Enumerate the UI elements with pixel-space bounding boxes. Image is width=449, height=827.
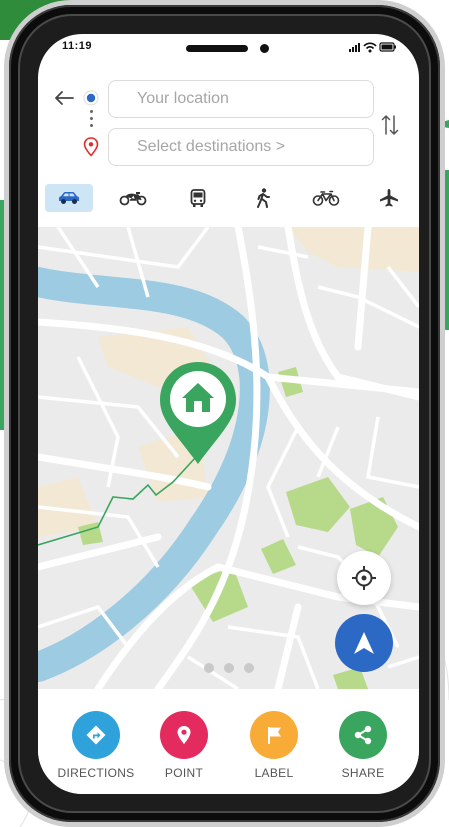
home-location-marker[interactable] bbox=[156, 358, 240, 468]
flag-icon bbox=[268, 727, 281, 744]
status-bar: 11:19 bbox=[38, 34, 419, 68]
share-button[interactable] bbox=[339, 711, 387, 759]
origin-dot-icon bbox=[83, 90, 99, 106]
point-button[interactable] bbox=[160, 711, 208, 759]
share-action[interactable]: SHARE bbox=[318, 711, 408, 780]
directions-icon bbox=[86, 725, 106, 745]
status-time: 11:19 bbox=[62, 40, 93, 52]
mode-motorbike[interactable] bbox=[109, 184, 157, 212]
page-indicator bbox=[38, 660, 419, 678]
crosshair-icon bbox=[352, 566, 376, 590]
system-status-icons bbox=[349, 42, 396, 53]
swap-icon[interactable] bbox=[381, 114, 399, 136]
camera-dot bbox=[260, 44, 269, 53]
walking-icon bbox=[257, 188, 270, 208]
speaker-notch bbox=[186, 45, 248, 52]
bus-icon bbox=[190, 189, 206, 207]
motorbike-icon bbox=[119, 192, 147, 206]
directions-button[interactable] bbox=[72, 711, 120, 759]
mode-walking[interactable] bbox=[239, 184, 287, 212]
label-action[interactable]: LABEL bbox=[229, 711, 319, 780]
share-label: SHARE bbox=[341, 766, 385, 780]
phone-screen: 11:19 Your location Select destinations … bbox=[38, 34, 419, 794]
directions-label: DIRECTIONS bbox=[57, 766, 135, 780]
route-connector bbox=[90, 110, 93, 131]
destination-input[interactable]: Select destinations > bbox=[108, 128, 374, 166]
page-dot[interactable] bbox=[203, 663, 214, 673]
point-action[interactable]: POINT bbox=[139, 711, 229, 780]
page-dot[interactable] bbox=[243, 663, 254, 673]
wifi-icon bbox=[363, 42, 377, 50]
mode-bicycle[interactable] bbox=[302, 184, 350, 212]
action-bar: DIRECTIONS POINT LABEL SHARE bbox=[38, 689, 419, 794]
locate-me-button[interactable] bbox=[337, 551, 391, 605]
car-icon bbox=[59, 192, 79, 204]
label-label: LABEL bbox=[254, 766, 294, 780]
share-icon bbox=[354, 725, 372, 745]
transport-mode-bar bbox=[38, 184, 419, 216]
battery-icon bbox=[379, 42, 396, 52]
mode-bus[interactable] bbox=[174, 184, 222, 212]
bicycle-icon bbox=[312, 190, 340, 206]
origin-input[interactable]: Your location bbox=[108, 80, 374, 118]
navigation-arrow-icon bbox=[354, 632, 374, 654]
back-arrow-icon[interactable] bbox=[54, 90, 74, 106]
mode-flight[interactable] bbox=[365, 184, 413, 212]
mode-car[interactable] bbox=[45, 184, 93, 212]
location-pin-icon bbox=[177, 726, 191, 744]
label-button[interactable] bbox=[250, 711, 298, 759]
point-label: POINT bbox=[164, 766, 204, 780]
page-dot[interactable] bbox=[223, 663, 234, 673]
destination-pin-icon bbox=[83, 137, 99, 157]
directions-action[interactable]: DIRECTIONS bbox=[51, 711, 141, 780]
airplane-icon bbox=[380, 189, 398, 207]
signal-icon bbox=[349, 43, 360, 52]
